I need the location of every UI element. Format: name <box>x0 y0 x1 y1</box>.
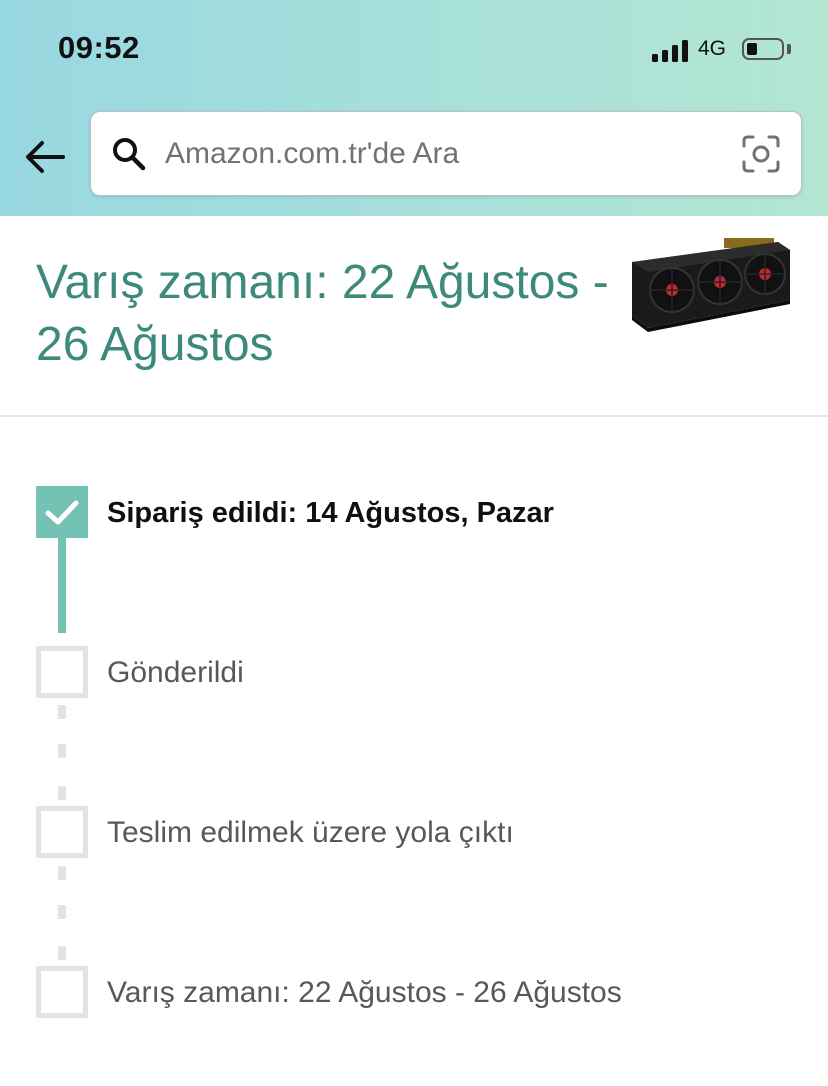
step-completed-checkbox <box>36 486 88 538</box>
progress-dash <box>58 786 66 800</box>
step-label-arrival: Varış zamanı: 22 Ağustos - 26 Ağustos <box>107 976 622 1009</box>
step-label-out-for-delivery: Teslim edilmek üzere yola çıktı <box>107 816 514 849</box>
progress-dash <box>58 905 66 919</box>
battery-cap <box>787 44 791 54</box>
progress-dash <box>58 866 66 880</box>
battery-icon <box>742 38 784 60</box>
arrow-left-icon <box>26 141 65 173</box>
progress-dash <box>58 946 66 960</box>
graphics-card-image[interactable] <box>628 232 794 332</box>
status-time: 09:52 <box>58 30 140 65</box>
search-bar[interactable] <box>90 111 802 196</box>
search-icon <box>113 138 146 171</box>
network-type: 4G <box>698 37 727 60</box>
progress-line-completed <box>58 538 66 633</box>
step-label-ordered: Sipariş edildi: 14 Ağustos, Pazar <box>107 497 554 529</box>
back-button[interactable] <box>22 135 68 181</box>
progress-dash <box>58 705 66 719</box>
signal-strength-icon <box>652 38 690 62</box>
search-input[interactable] <box>165 132 725 176</box>
app-header: 09:52 4G <box>0 0 828 216</box>
step-label-shipped: Gönderildi <box>107 656 244 689</box>
step-pending-checkbox <box>36 806 88 858</box>
camera-scan-icon[interactable] <box>741 134 781 174</box>
progress-dash <box>58 744 66 758</box>
arrival-title: Varış zamanı: 22 Ağustos - 26 Ağustos <box>36 256 609 371</box>
step-pending-checkbox <box>36 646 88 698</box>
checkmark-icon <box>45 500 79 525</box>
section-divider <box>0 415 828 417</box>
step-pending-checkbox <box>36 966 88 1018</box>
